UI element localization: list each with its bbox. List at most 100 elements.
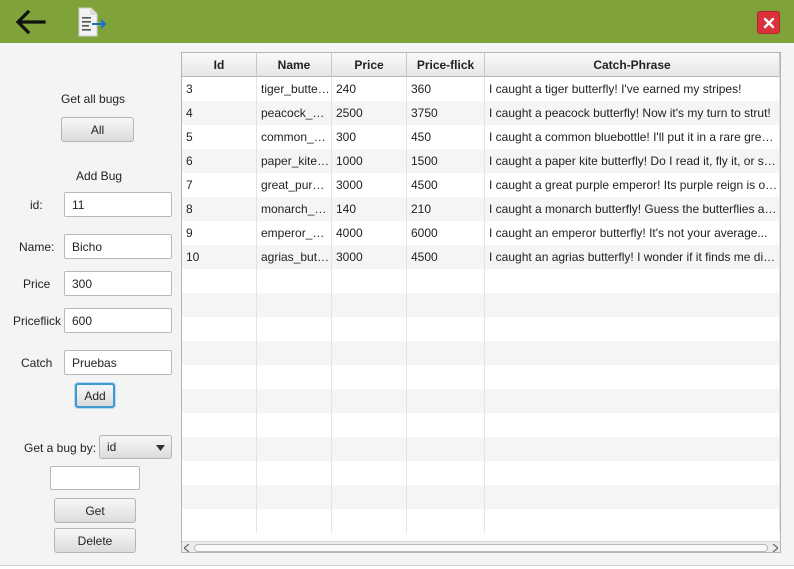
table-cell: 6000 bbox=[407, 221, 485, 245]
table-cell bbox=[485, 437, 780, 461]
table-cell: 300 bbox=[332, 125, 407, 149]
add-button[interactable]: Add bbox=[75, 383, 115, 408]
name-field[interactable] bbox=[64, 234, 172, 259]
get-bug-by-label: Get a bug by: bbox=[24, 441, 97, 455]
table-row[interactable]: 5 common_bluebottle 300 450 I caught a commo… bbox=[182, 125, 780, 149]
table-cell bbox=[407, 461, 485, 485]
table-cell bbox=[332, 365, 407, 389]
get-by-selected-value: id bbox=[107, 440, 117, 454]
table-body: 3 tiger_butterfly 240 360 I caught a tiger b… bbox=[182, 77, 780, 543]
document-export-button[interactable] bbox=[74, 5, 110, 39]
cell-text: monarch_butterfly bbox=[261, 202, 330, 216]
price-field[interactable] bbox=[64, 271, 172, 296]
empty-table-row[interactable] bbox=[182, 269, 780, 293]
empty-table-row[interactable] bbox=[182, 413, 780, 437]
cell-text: tiger_butterfly bbox=[261, 82, 330, 96]
cell-text: 4000 bbox=[336, 226, 363, 240]
cell-text: I caught an agrias butterfly! I wonder i… bbox=[489, 250, 778, 264]
table-cell: agrias_butterfly bbox=[257, 245, 332, 269]
table-cell bbox=[332, 269, 407, 293]
table-cell bbox=[485, 269, 780, 293]
cell-text: 3750 bbox=[411, 106, 438, 120]
table-cell bbox=[257, 437, 332, 461]
get-all-button[interactable]: All bbox=[61, 117, 134, 142]
empty-table-row[interactable] bbox=[182, 461, 780, 485]
table-cell bbox=[257, 317, 332, 341]
horizontal-scrollbar[interactable] bbox=[182, 541, 780, 552]
priceflick-field[interactable] bbox=[64, 308, 172, 333]
delete-button[interactable]: Delete bbox=[54, 528, 136, 553]
table-row[interactable]: 3 tiger_butterfly 240 360 I caught a tiger b… bbox=[182, 77, 780, 101]
scroll-right-icon[interactable] bbox=[772, 544, 778, 552]
cell-text: paper_kite_butterfly bbox=[261, 154, 330, 168]
table-cell bbox=[485, 317, 780, 341]
back-button[interactable] bbox=[12, 7, 48, 37]
table-cell bbox=[257, 341, 332, 365]
table-row[interactable]: 7 great_purple_emperor 3000 4500 I caught a … bbox=[182, 173, 780, 197]
column-header[interactable]: Price bbox=[332, 53, 407, 77]
cell-text: 10 bbox=[186, 250, 200, 264]
empty-table-row[interactable] bbox=[182, 389, 780, 413]
empty-table-row[interactable] bbox=[182, 293, 780, 317]
catch-field[interactable] bbox=[64, 350, 172, 375]
table-cell: 1000 bbox=[332, 149, 407, 173]
column-header[interactable]: Name bbox=[257, 53, 332, 77]
table-cell bbox=[407, 293, 485, 317]
table-cell bbox=[332, 437, 407, 461]
column-header[interactable]: Catch-Phrase bbox=[485, 53, 780, 77]
table-cell bbox=[182, 317, 257, 341]
cell-text: great_purple_emperor bbox=[261, 178, 330, 192]
cell-text: 4 bbox=[186, 106, 193, 120]
scrollbar-thumb[interactable] bbox=[194, 544, 768, 552]
table-row[interactable]: 4 peacock_butterfly 2500 3750 I caught a pea… bbox=[182, 101, 780, 125]
get-by-field[interactable] bbox=[50, 466, 140, 490]
table-cell: 6 bbox=[182, 149, 257, 173]
table-cell bbox=[407, 317, 485, 341]
table-row[interactable]: 10 agrias_butterfly 3000 4500 I caught an ag… bbox=[182, 245, 780, 269]
cell-text: I caught a paper kite butterfly! Do I re… bbox=[489, 154, 778, 168]
table-cell bbox=[485, 485, 780, 509]
cell-text: 140 bbox=[336, 202, 357, 216]
table-cell: monarch_butterfly bbox=[257, 197, 332, 221]
table-row[interactable]: 6 paper_kite_butterfly 1000 1500 I caught a … bbox=[182, 149, 780, 173]
get-by-select[interactable]: id bbox=[99, 435, 172, 459]
arrow-left-icon bbox=[15, 9, 46, 35]
table-cell: 3750 bbox=[407, 101, 485, 125]
table-cell bbox=[182, 389, 257, 413]
cell-text: common_bluebottle bbox=[261, 130, 330, 144]
id-label: id: bbox=[30, 198, 43, 212]
cell-text: 1500 bbox=[411, 154, 438, 168]
scroll-left-icon[interactable] bbox=[184, 544, 190, 552]
empty-table-row[interactable] bbox=[182, 317, 780, 341]
cell-text: 2500 bbox=[336, 106, 363, 120]
empty-table-row[interactable] bbox=[182, 365, 780, 389]
table-cell: 140 bbox=[332, 197, 407, 221]
cell-text: I caught an emperor butterfly! It's not … bbox=[489, 226, 768, 240]
empty-table-row[interactable] bbox=[182, 437, 780, 461]
table-row[interactable]: 9 emperor_butterfly 4000 6000 I caught an em… bbox=[182, 221, 780, 245]
table-cell: I caught a peacock butterfly! Now it's m… bbox=[485, 101, 780, 125]
table-cell bbox=[332, 293, 407, 317]
empty-table-row[interactable] bbox=[182, 341, 780, 365]
table-cell: 4000 bbox=[332, 221, 407, 245]
empty-table-row[interactable] bbox=[182, 485, 780, 509]
table-cell bbox=[407, 365, 485, 389]
add-bug-label: Add Bug bbox=[76, 169, 123, 183]
close-button[interactable] bbox=[757, 11, 780, 34]
column-header[interactable]: Id bbox=[182, 53, 257, 77]
table-row[interactable]: 8 monarch_butterfly 140 210 I caught a monar… bbox=[182, 197, 780, 221]
table-cell: 10 bbox=[182, 245, 257, 269]
table-cell: I caught a monarch butterfly! Guess the … bbox=[485, 197, 780, 221]
bugs-table[interactable]: Id Name Price Price-flick Catch-Phrase 3 tige… bbox=[181, 52, 781, 553]
cell-text: 5 bbox=[186, 130, 193, 144]
cell-text: 240 bbox=[336, 82, 357, 96]
table-cell bbox=[407, 269, 485, 293]
cell-text: 450 bbox=[411, 130, 432, 144]
cell-text: I caught a tiger butterfly! I've earned … bbox=[489, 82, 742, 96]
column-header[interactable]: Price-flick bbox=[407, 53, 485, 77]
table-cell bbox=[332, 317, 407, 341]
empty-table-row[interactable] bbox=[182, 509, 780, 533]
id-field[interactable] bbox=[64, 192, 172, 217]
cell-text: 7 bbox=[186, 178, 193, 192]
get-button[interactable]: Get bbox=[54, 498, 136, 523]
